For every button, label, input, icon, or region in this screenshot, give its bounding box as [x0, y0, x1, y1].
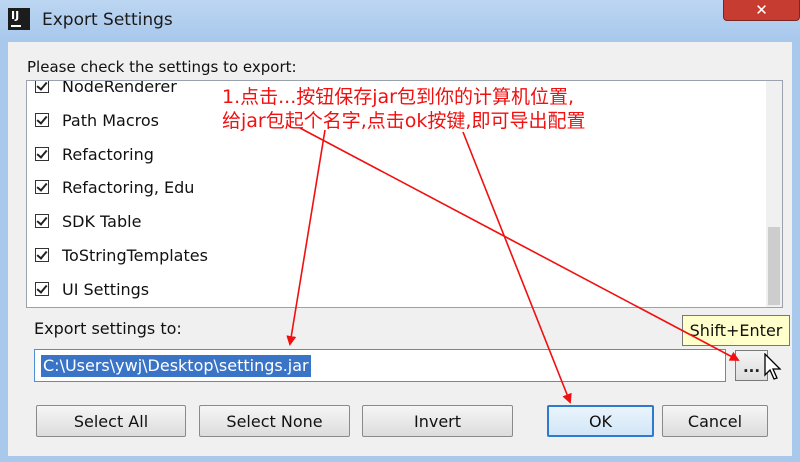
- check-icon[interactable]: [35, 214, 49, 228]
- cancel-button[interactable]: Cancel: [662, 405, 768, 437]
- annotation-line-2: 给jar包起个名字,点击ok按键,即可导出配置: [222, 110, 586, 132]
- settings-prompt: Please check the settings to export:: [27, 58, 297, 76]
- check-icon[interactable]: [35, 147, 49, 161]
- export-path-value: C:\Users\ywj\Desktop\settings.jar: [41, 355, 311, 377]
- list-scrollbar[interactable]: [766, 81, 782, 307]
- export-settings-label: Export settings to:: [34, 319, 182, 338]
- shortcut-tooltip: Shift+Enter: [682, 315, 790, 346]
- list-item[interactable]: Path Macros: [27, 107, 159, 133]
- export-settings-window: IJ Export Settings ✕ Please check the se…: [0, 0, 800, 462]
- window-title: Export Settings: [42, 10, 173, 30]
- close-button[interactable]: ✕: [723, 0, 800, 21]
- item-label: Refactoring, Edu: [62, 177, 195, 197]
- close-icon: ✕: [755, 1, 768, 19]
- list-item[interactable]: NodeRenderer: [27, 80, 177, 99]
- check-icon[interactable]: [35, 248, 49, 262]
- item-label: Refactoring: [62, 144, 154, 164]
- check-icon[interactable]: [35, 81, 49, 93]
- check-icon[interactable]: [35, 282, 49, 296]
- list-item[interactable]: Refactoring, Edu: [27, 174, 194, 200]
- annotation-line-1: 1.点击...按钮保存jar包到你的计算机位置,: [222, 86, 575, 108]
- ok-button[interactable]: OK: [547, 405, 654, 437]
- select-all-button[interactable]: Select All: [36, 405, 186, 437]
- title-bar[interactable]: IJ Export Settings ✕: [0, 0, 800, 42]
- mouse-pointer-icon: [764, 353, 782, 380]
- list-item[interactable]: Refactoring: [27, 141, 154, 167]
- item-label: ToStringTemplates: [62, 245, 208, 265]
- item-label: UI Settings: [62, 279, 150, 299]
- select-none-button[interactable]: Select None: [199, 405, 350, 437]
- item-label: SDK Table: [62, 211, 142, 231]
- intellij-icon: IJ: [8, 8, 30, 30]
- check-icon[interactable]: [35, 180, 49, 194]
- check-icon[interactable]: [35, 113, 49, 127]
- invert-button[interactable]: Invert: [362, 405, 513, 437]
- list-item[interactable]: UI Settings: [27, 276, 149, 302]
- item-label: NodeRenderer: [62, 80, 177, 96]
- list-item[interactable]: SDK Table: [27, 208, 141, 234]
- item-label: Path Macros: [62, 110, 159, 130]
- scrollbar-thumb[interactable]: [768, 227, 780, 305]
- list-item[interactable]: ToStringTemplates: [27, 242, 208, 268]
- export-path-input[interactable]: C:\Users\ywj\Desktop\settings.jar: [34, 349, 726, 382]
